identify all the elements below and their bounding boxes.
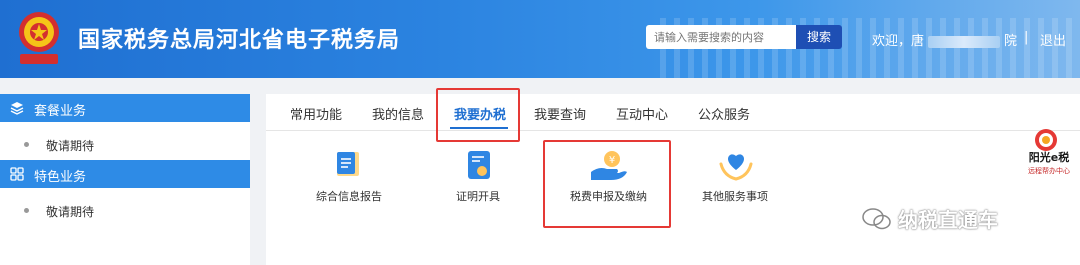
svg-text:¥: ¥ <box>609 155 615 166</box>
sidebar-item-coming-soon[interactable]: 敬请期待 <box>0 190 250 230</box>
service-label[interactable]: 证明开具 <box>456 188 500 204</box>
tax-emblem-icon <box>19 12 59 64</box>
welcome-suffix: 院 <box>1004 34 1018 49</box>
header-separator: | <box>1024 30 1029 45</box>
service-label[interactable]: 综合信息报告 <box>316 188 382 204</box>
sunshine-etax-logo[interactable]: 阳光e税 远程帮办中心 <box>1024 126 1074 178</box>
logout-link[interactable]: 退出 <box>1040 30 1066 49</box>
sidebar: 套餐业务 敬请期待 特色业务 敬请期待 <box>0 94 250 265</box>
heart-hands-icon[interactable] <box>718 148 754 182</box>
sidebar-section-special[interactable]: 特色业务 <box>0 160 250 188</box>
tax-payment-icon[interactable]: ¥ <box>589 148 629 182</box>
service-label[interactable]: 其他服务事项 <box>702 188 768 204</box>
tab-queries[interactable]: 我要查询 <box>534 104 586 123</box>
bullet-dot <box>24 142 29 147</box>
sidebar-section-package[interactable]: 套餐业务 <box>0 94 250 122</box>
certificate-icon[interactable] <box>466 150 492 182</box>
service-label[interactable]: 税费申报及缴纳 <box>570 188 647 204</box>
watermark-text: 纳税直通车 <box>898 208 998 232</box>
tab-interaction-center[interactable]: 互动中心 <box>616 104 668 123</box>
sidebar-section-label: 套餐业务 <box>34 104 87 119</box>
sidebar-section-label: 特色业务 <box>34 170 87 185</box>
sunshine-etax-logo-graphic: 阳光e税 远程帮办中心 <box>1028 129 1070 175</box>
tab-common-functions[interactable]: 常用功能 <box>290 104 342 123</box>
sidebar-item-label: 敬请期待 <box>46 139 95 153</box>
bullet-dot <box>24 208 29 213</box>
wechat-icon <box>862 208 891 230</box>
highlight-box-tab <box>436 88 520 142</box>
sidebar-item-label: 敬请期待 <box>46 205 95 219</box>
redacted-username <box>928 35 1001 48</box>
tab-my-info[interactable]: 我的信息 <box>372 104 424 123</box>
welcome-text: 欢迎，唐 院 <box>872 30 1017 49</box>
grid-icon <box>10 167 24 181</box>
tab-public-services[interactable]: 公众服务 <box>698 104 750 123</box>
site-header: 国家税务总局河北省电子税务局 搜索 欢迎，唐 院 | 退出 <box>0 0 1080 78</box>
svg-text:远程帮办中心: 远程帮办中心 <box>1028 166 1070 175</box>
layers-icon <box>10 102 24 115</box>
report-icon[interactable] <box>334 150 362 180</box>
welcome-prefix: 欢迎，唐 <box>872 34 925 49</box>
sidebar-item-coming-soon[interactable]: 敬请期待 <box>0 124 250 164</box>
tab-bar: 常用功能 我的信息 我要办税 我要查询 互动中心 公众服务 <box>266 94 1080 131</box>
search-input[interactable] <box>646 25 796 49</box>
main-panel: 常用功能 我的信息 我要办税 我要查询 互动中心 公众服务 <box>266 94 1080 265</box>
site-title: 国家税务总局河北省电子税务局 <box>78 28 401 53</box>
search-button[interactable]: 搜索 <box>796 25 842 49</box>
svg-text:阳光e税: 阳光e税 <box>1029 150 1069 164</box>
